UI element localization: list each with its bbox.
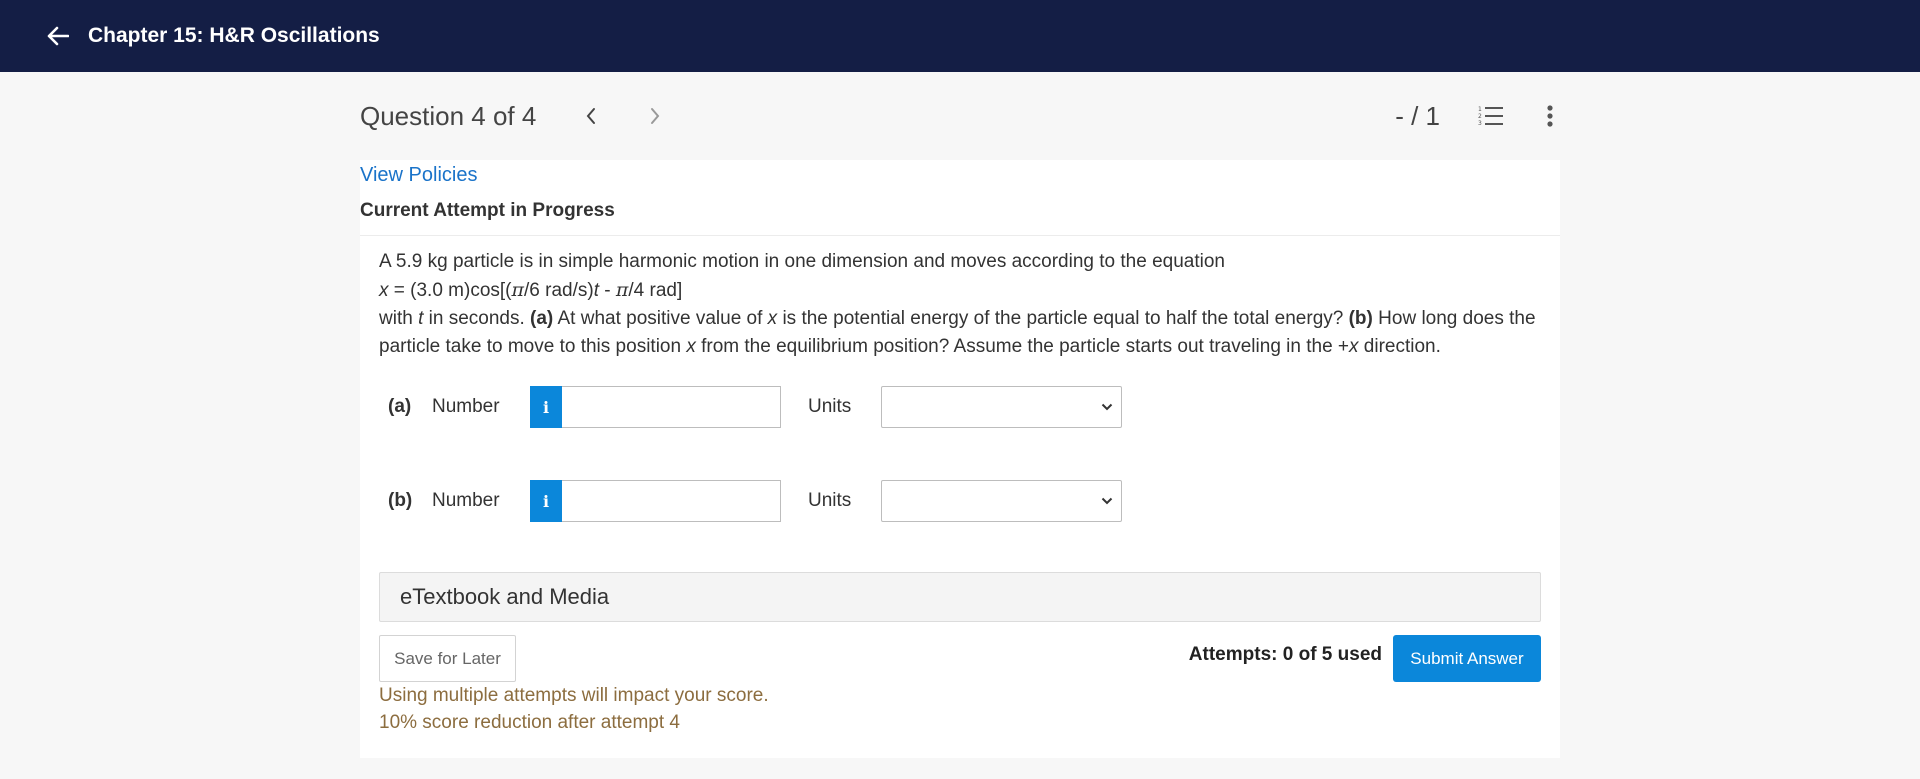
attempt-heading: Current Attempt in Progress — [360, 200, 615, 221]
question-header: Question 4 of 4 - / 1 1 2 3 — [360, 92, 1560, 140]
attempt-warning: Using multiple attempts will impact your… — [379, 685, 769, 706]
answer-row-b: (b) Number i Units — [388, 480, 1122, 522]
chevron-left-icon — [587, 108, 596, 124]
top-bar: Chapter 15: H&R Oscillations — [0, 0, 1920, 72]
part-label: (b) — [388, 490, 413, 511]
info-icon[interactable]: i — [530, 480, 562, 522]
number-label: Number — [432, 490, 500, 511]
answer-b-number-input[interactable] — [562, 480, 781, 522]
submit-answer-button[interactable]: Submit Answer — [1393, 635, 1541, 682]
etextbook-media-label: eTextbook and Media — [400, 584, 610, 609]
answer-b-units-select[interactable] — [881, 480, 1122, 522]
problem-statement: A 5.9 kg particle is in simple harmonic … — [379, 248, 1549, 361]
more-options-button[interactable] — [1540, 101, 1560, 131]
numbered-list-icon: 1 2 3 — [1478, 106, 1503, 127]
part-label: (a) — [388, 396, 412, 417]
svg-text:3: 3 — [1478, 120, 1482, 127]
problem-questions: with t in seconds. (a) At what positive … — [379, 308, 1536, 357]
units-label: Units — [808, 490, 852, 511]
chapter-title: Chapter 15: H&R Oscillations — [88, 24, 380, 47]
previous-question-button[interactable] — [574, 99, 608, 133]
back-arrow-icon[interactable] — [44, 22, 72, 50]
units-label: Units — [808, 396, 852, 417]
svg-text:2: 2 — [1478, 113, 1482, 120]
answer-a-number-input[interactable] — [562, 386, 781, 428]
number-label: Number — [432, 396, 500, 417]
next-question-button[interactable] — [638, 99, 672, 133]
save-for-later-button[interactable]: Save for Later — [379, 635, 516, 682]
problem-equation: x = (3.0 m)cos[(π/6 rad/s)t - π/4 rad] — [379, 279, 683, 301]
more-vertical-icon — [1547, 105, 1553, 127]
score-reduction-note: 10% score reduction after attempt 4 — [379, 712, 680, 733]
etextbook-media-panel[interactable]: eTextbook and Media — [379, 572, 1541, 622]
chevron-right-icon — [651, 108, 660, 124]
question-score: - / 1 — [1395, 100, 1440, 131]
chevron-down-icon — [1101, 497, 1113, 505]
question-card: View Policies Current Attempt in Progres… — [360, 160, 1560, 758]
answer-row-a: (a) Number i Units — [388, 386, 1122, 428]
divider — [360, 235, 1560, 236]
chevron-down-icon — [1101, 403, 1113, 411]
question-list-button[interactable]: 1 2 3 — [1476, 101, 1506, 131]
problem-line-1: A 5.9 kg particle is in simple harmonic … — [379, 251, 1225, 272]
svg-text:1: 1 — [1478, 106, 1482, 113]
attempts-count: Attempts: 0 of 5 used — [1188, 644, 1382, 665]
view-policies-link[interactable]: View Policies — [360, 164, 477, 187]
question-title: Question 4 of 4 — [360, 100, 537, 131]
info-icon[interactable]: i — [530, 386, 562, 428]
answer-a-units-select[interactable] — [881, 386, 1122, 428]
